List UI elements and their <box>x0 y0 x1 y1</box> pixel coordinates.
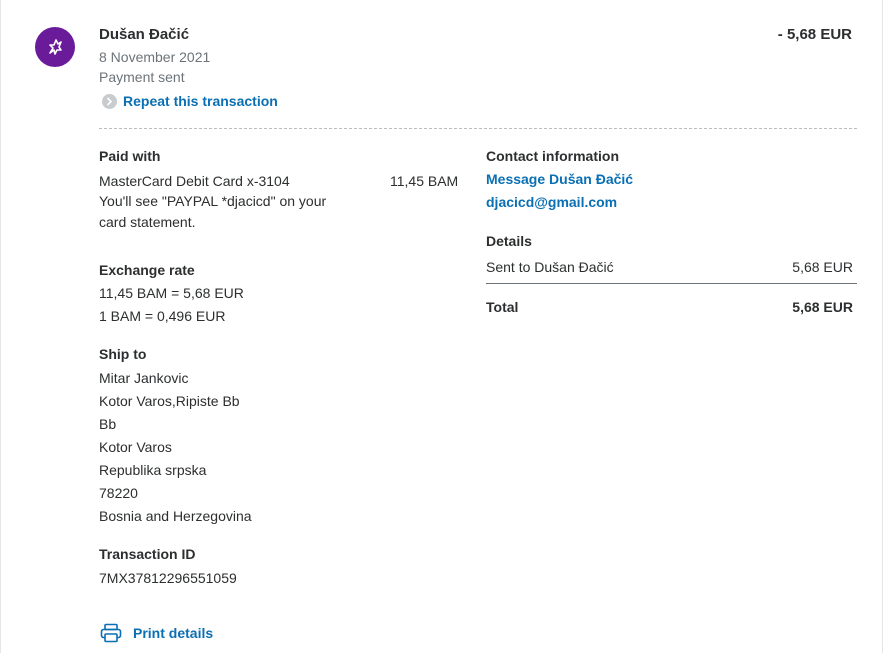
printer-icon <box>100 623 122 643</box>
exchange-rate-heading: Exchange rate <box>99 262 195 278</box>
statement-note-line1: You'll see "PAYPAL *djacicd" on your <box>99 193 327 209</box>
transaction-id-value: 7MX37812296551059 <box>99 570 237 586</box>
ship-to-line: Bosnia and Herzegovina <box>99 508 252 524</box>
ship-to-line: Mitar Jankovic <box>99 370 189 386</box>
contact-heading: Contact information <box>486 148 619 164</box>
statement-note-line2: card statement. <box>99 214 196 230</box>
payee-name: Dušan Đačić <box>99 26 190 43</box>
ship-to-line: 78220 <box>99 485 138 501</box>
exchange-rate-line: 11,45 BAM = 5,68 EUR <box>99 285 244 301</box>
repeat-transaction-link[interactable]: Repeat this transaction <box>102 93 278 109</box>
print-details-label: Print details <box>133 625 214 641</box>
bird-logo-icon <box>49 39 62 55</box>
transaction-amount: - 5,68 EUR <box>777 26 852 43</box>
merchant-avatar <box>35 27 75 67</box>
sent-to-label: Sent to Dušan Đačić <box>486 259 614 275</box>
total-label: Total <box>486 299 519 315</box>
section-divider <box>99 128 857 129</box>
details-divider <box>486 283 857 284</box>
message-payee-link[interactable]: Message Dušan Đačić <box>486 171 633 187</box>
print-details-button[interactable]: Print details <box>100 623 213 643</box>
ship-to-line: Kotor Varos <box>99 439 172 455</box>
ship-to-line: Republika srpska <box>99 462 207 478</box>
details-heading: Details <box>486 233 532 249</box>
transaction-details-panel: Dušan Đačić 8 November 2021 Payment sent… <box>0 0 883 653</box>
ship-to-line: Kotor Varos,Ripiste Bb <box>99 393 240 409</box>
paid-with-heading: Paid with <box>99 148 161 164</box>
card-amount: 11,45 BAM <box>390 173 459 189</box>
ship-to-heading: Ship to <box>99 346 147 362</box>
exchange-rate-line: 1 BAM = 0,496 EUR <box>99 308 226 324</box>
card-name: MasterCard Debit Card x-3104 <box>99 173 290 189</box>
repeat-transaction-label: Repeat this transaction <box>123 93 278 109</box>
transaction-date: 8 November 2021 <box>99 49 211 65</box>
ship-to-line: Bb <box>99 416 117 432</box>
payee-email-link[interactable]: djacicd@gmail.com <box>486 194 617 210</box>
total-amount: 5,68 EUR <box>792 299 853 315</box>
transaction-status: Payment sent <box>99 69 185 85</box>
transaction-id-heading: Transaction ID <box>99 546 196 562</box>
sent-to-amount: 5,68 EUR <box>792 259 853 275</box>
chevron-right-icon <box>102 93 117 109</box>
